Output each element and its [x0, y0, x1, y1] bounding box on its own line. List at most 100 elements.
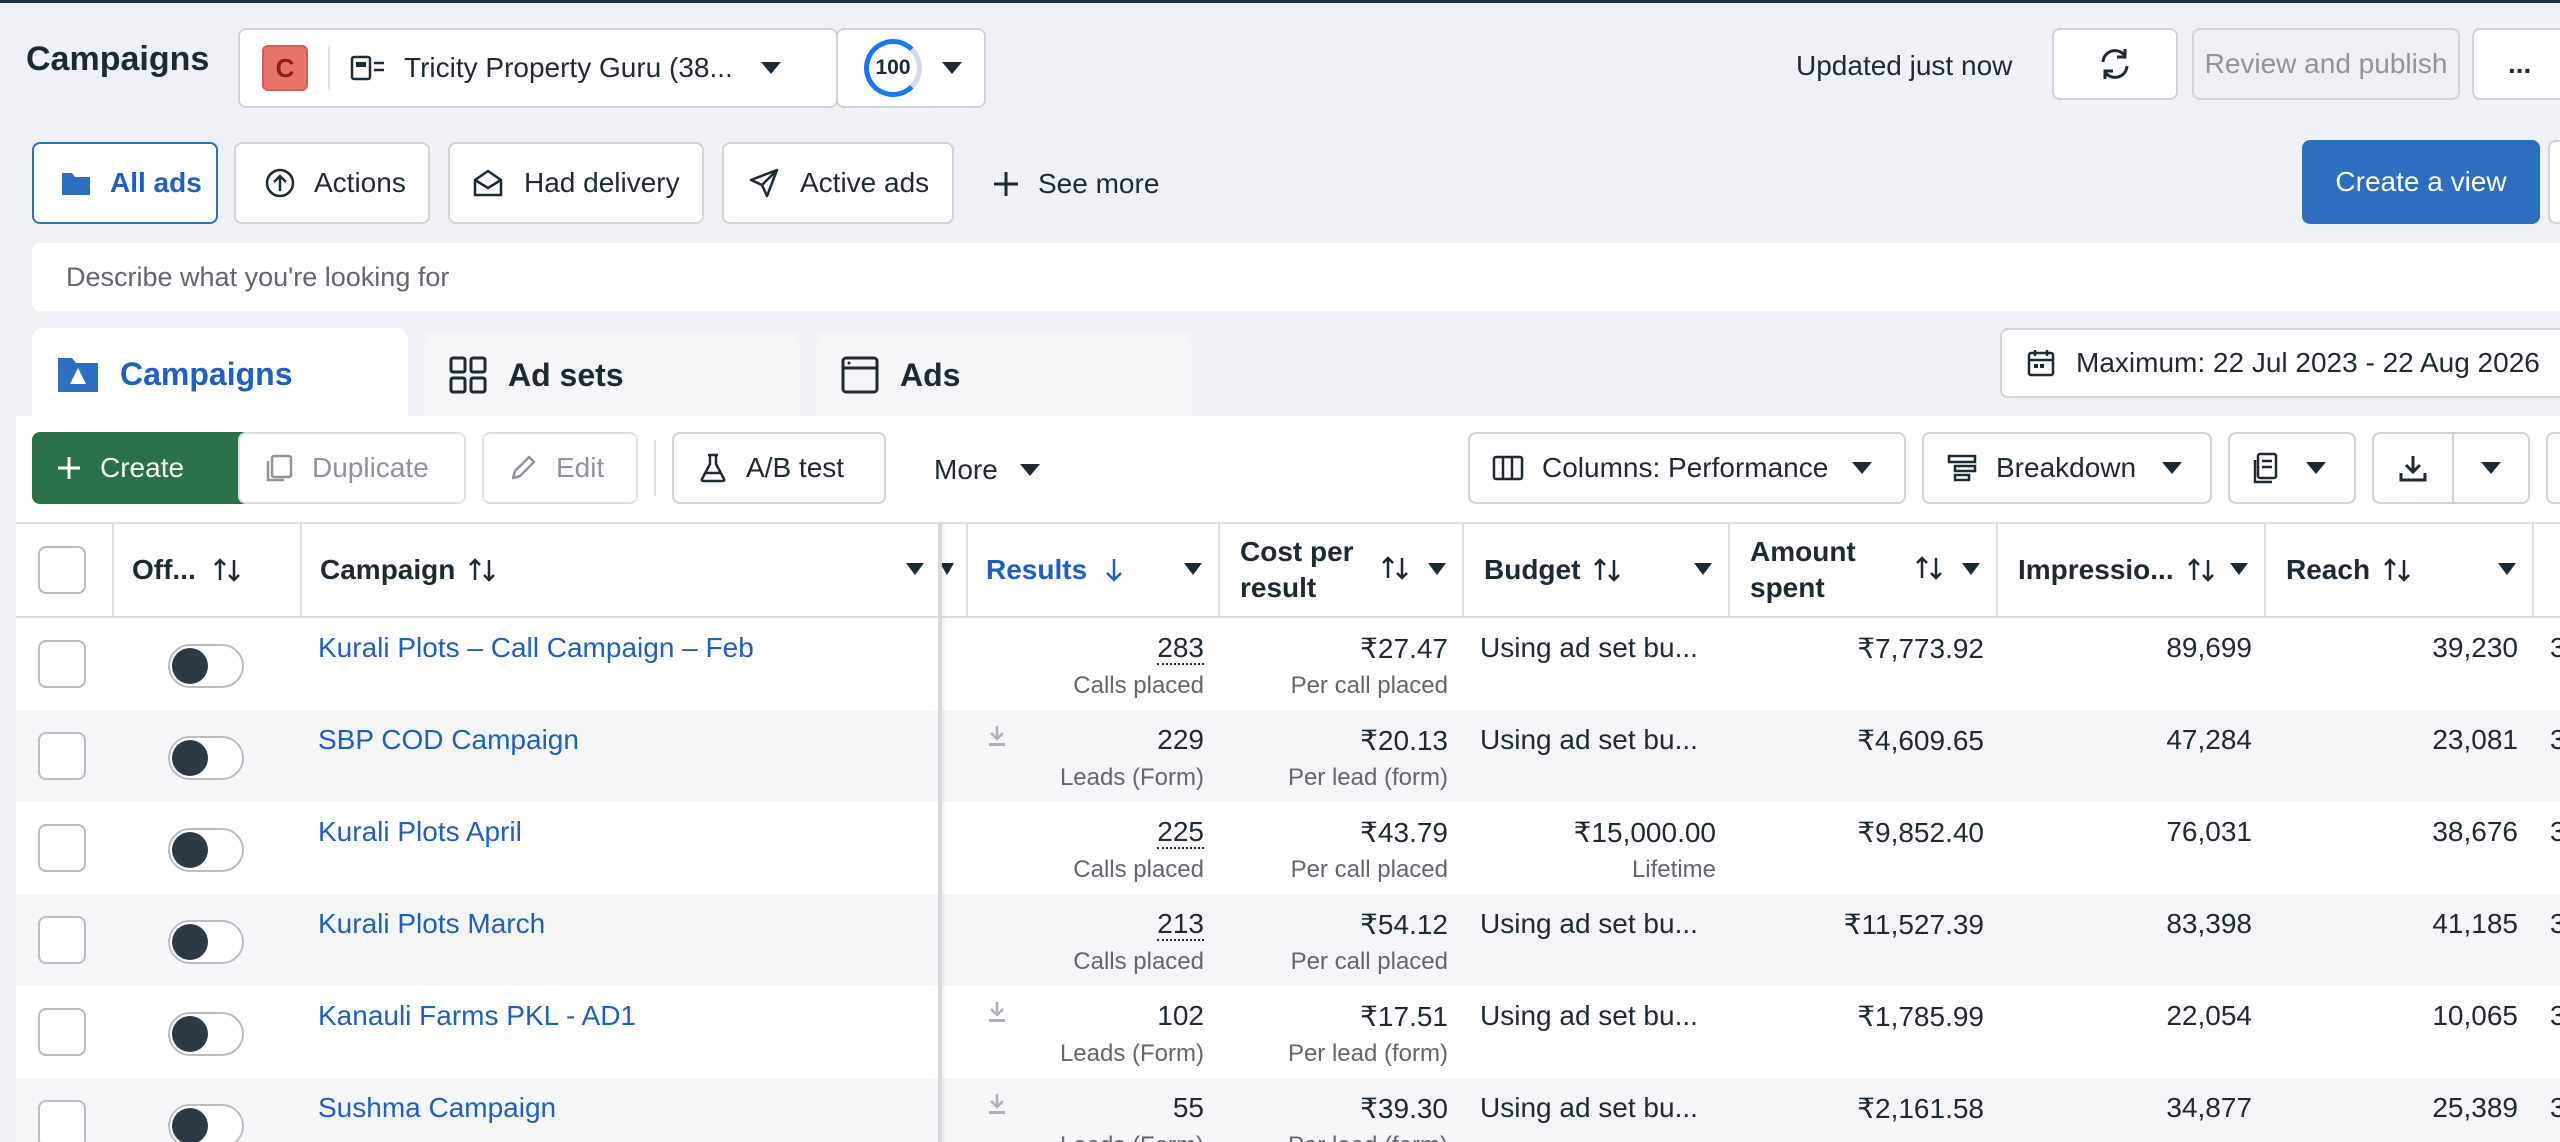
sort-icon[interactable] — [1914, 554, 1944, 587]
budget-value[interactable]: Using ad set bu... — [1480, 1000, 1698, 1032]
calendar-icon — [2026, 348, 2056, 378]
create-button[interactable]: Create — [32, 432, 268, 504]
breakdown-icon — [1946, 453, 1978, 483]
column-header-amount-spent[interactable]: Amount spent — [1750, 522, 1856, 618]
breakdown-button[interactable]: Breakdown — [1922, 432, 2212, 504]
campaign-toggle[interactable] — [168, 1012, 244, 1056]
budget-value[interactable]: Using ad set bu... — [1480, 632, 1698, 664]
select-all-checkbox[interactable] — [38, 546, 86, 594]
column-menu-icon[interactable] — [2498, 562, 2516, 580]
column-header-cost-per-result[interactable]: Cost per result — [1240, 522, 1354, 618]
results-value[interactable]: 102 — [1157, 1000, 1204, 1031]
plus-icon — [56, 455, 82, 481]
views-scroll-button[interactable] — [2548, 140, 2560, 224]
frozen-column-edge — [938, 522, 942, 1142]
view-actions[interactable]: Actions — [234, 142, 430, 224]
column-header-budget[interactable]: Budget — [1484, 522, 1622, 618]
campaign-name-link[interactable]: Kurali Plots April — [318, 816, 522, 848]
export-options-button[interactable] — [2452, 432, 2530, 504]
ad-account-icon — [350, 53, 386, 83]
tab-ad-sets[interactable]: Ad sets — [424, 332, 800, 418]
budget-value[interactable]: Using ad set bu... — [1480, 1092, 1698, 1124]
columns-button[interactable]: Columns: Performance — [1468, 432, 1906, 504]
column-menu-icon[interactable] — [1694, 562, 1712, 580]
tab-ads[interactable]: Ads — [816, 332, 1192, 418]
row-checkbox[interactable] — [38, 824, 86, 872]
review-and-publish-button[interactable]: Review and publish — [2192, 28, 2460, 100]
view-all-ads[interactable]: All ads — [32, 142, 218, 224]
create-view-button[interactable]: Create a view — [2302, 140, 2540, 224]
column-menu-icon[interactable] — [2230, 562, 2248, 580]
sort-icon[interactable] — [1380, 554, 1410, 587]
column-header-off[interactable]: Off... — [132, 522, 242, 618]
campaign-toggle[interactable] — [168, 920, 244, 964]
campaign-toggle[interactable] — [168, 1104, 244, 1142]
column-divider — [966, 522, 968, 618]
column-divider — [1218, 522, 1220, 618]
header-label: Cost per — [1240, 536, 1354, 567]
view-label: Active ads — [800, 167, 930, 198]
chevron-down-icon — [2162, 462, 2183, 474]
reports-button[interactable] — [2228, 432, 2356, 504]
campaign-name-link[interactable]: Kurali Plots – Call Campaign – Feb — [318, 632, 754, 664]
reach-value: 41,185 — [2432, 908, 2518, 939]
download-leads-icon[interactable] — [986, 724, 1008, 753]
column-menu-icon[interactable] — [1184, 562, 1202, 580]
campaign-name-link[interactable]: SBP COD Campaign — [318, 724, 579, 756]
opportunity-score-ring: 100 — [864, 39, 922, 97]
column-header-results[interactable]: Results — [986, 522, 1125, 618]
column-menu-icon[interactable] — [940, 562, 954, 580]
campaign-name-link[interactable]: Kanauli Farms PKL - AD1 — [318, 1000, 636, 1032]
results-value[interactable]: 225 — [1157, 816, 1204, 849]
column-menu-icon[interactable] — [906, 562, 924, 580]
duplicate-button[interactable]: Duplicate — [238, 432, 466, 504]
column-menu-icon[interactable] — [1962, 562, 1980, 580]
column-header-campaign[interactable]: Campaign — [320, 522, 497, 618]
column-header-reach[interactable]: Reach — [2286, 522, 2412, 618]
campaign-toggle[interactable] — [168, 828, 244, 872]
refresh-icon — [2097, 46, 2133, 82]
refresh-button[interactable] — [2052, 28, 2178, 100]
more-menu-button[interactable]: More — [934, 450, 1040, 490]
budget-value[interactable]: ₹15,000.00 — [1574, 816, 1716, 849]
tab-label: Ads — [900, 356, 961, 393]
toolbar-overflow-button[interactable] — [2546, 432, 2560, 504]
ab-test-button[interactable]: A/B test — [672, 432, 886, 504]
view-had-delivery[interactable]: Had delivery — [448, 142, 704, 224]
column-header-impressions[interactable]: Impressio... — [2018, 522, 2216, 618]
see-more-button[interactable]: See more — [992, 160, 1159, 208]
ad-sets-icon — [448, 355, 488, 395]
export-button[interactable] — [2372, 432, 2454, 504]
download-leads-icon[interactable] — [986, 1092, 1008, 1121]
campaign-toggle[interactable] — [168, 736, 244, 780]
budget-value[interactable]: Using ad set bu... — [1480, 724, 1698, 756]
account-selector[interactable]: C Tricity Property Guru (38... — [238, 28, 838, 108]
budget-value[interactable]: Using ad set bu... — [1480, 908, 1698, 940]
results-value[interactable]: 213 — [1157, 908, 1204, 941]
row-checkbox[interactable] — [38, 732, 86, 780]
tab-campaigns[interactable]: Campaigns — [32, 328, 408, 420]
more-options-button[interactable]: ... — [2472, 28, 2560, 100]
row-checkbox[interactable] — [38, 1100, 86, 1142]
column-menu-icon[interactable] — [1428, 562, 1446, 580]
view-active-ads[interactable]: Active ads — [722, 142, 954, 224]
edit-button[interactable]: Edit — [482, 432, 638, 504]
download-leads-icon[interactable] — [986, 1000, 1008, 1029]
columns-icon — [1492, 454, 1524, 482]
results-value[interactable]: 55 — [1173, 1092, 1204, 1123]
account-logo: C — [262, 45, 308, 91]
campaign-name-link[interactable]: Sushma Campaign — [318, 1092, 556, 1124]
row-checkbox[interactable] — [38, 916, 86, 964]
column-divider — [2532, 522, 2534, 618]
opportunity-score-button[interactable]: 100 — [836, 28, 986, 108]
cost-per-result-value: ₹20.13 — [1360, 725, 1448, 756]
search-input[interactable]: Describe what you're looking for — [32, 243, 2560, 311]
campaign-name-link[interactable]: Kurali Plots March — [318, 908, 545, 940]
row-checkbox[interactable] — [38, 1008, 86, 1056]
results-value[interactable]: 283 — [1157, 632, 1204, 665]
campaign-toggle[interactable] — [168, 644, 244, 688]
sort-icon — [2382, 556, 2412, 584]
row-checkbox[interactable] — [38, 640, 86, 688]
date-range-picker[interactable]: Maximum: 22 Jul 2023 - 22 Aug 2026 — [2000, 328, 2560, 398]
results-value[interactable]: 229 — [1157, 724, 1204, 755]
